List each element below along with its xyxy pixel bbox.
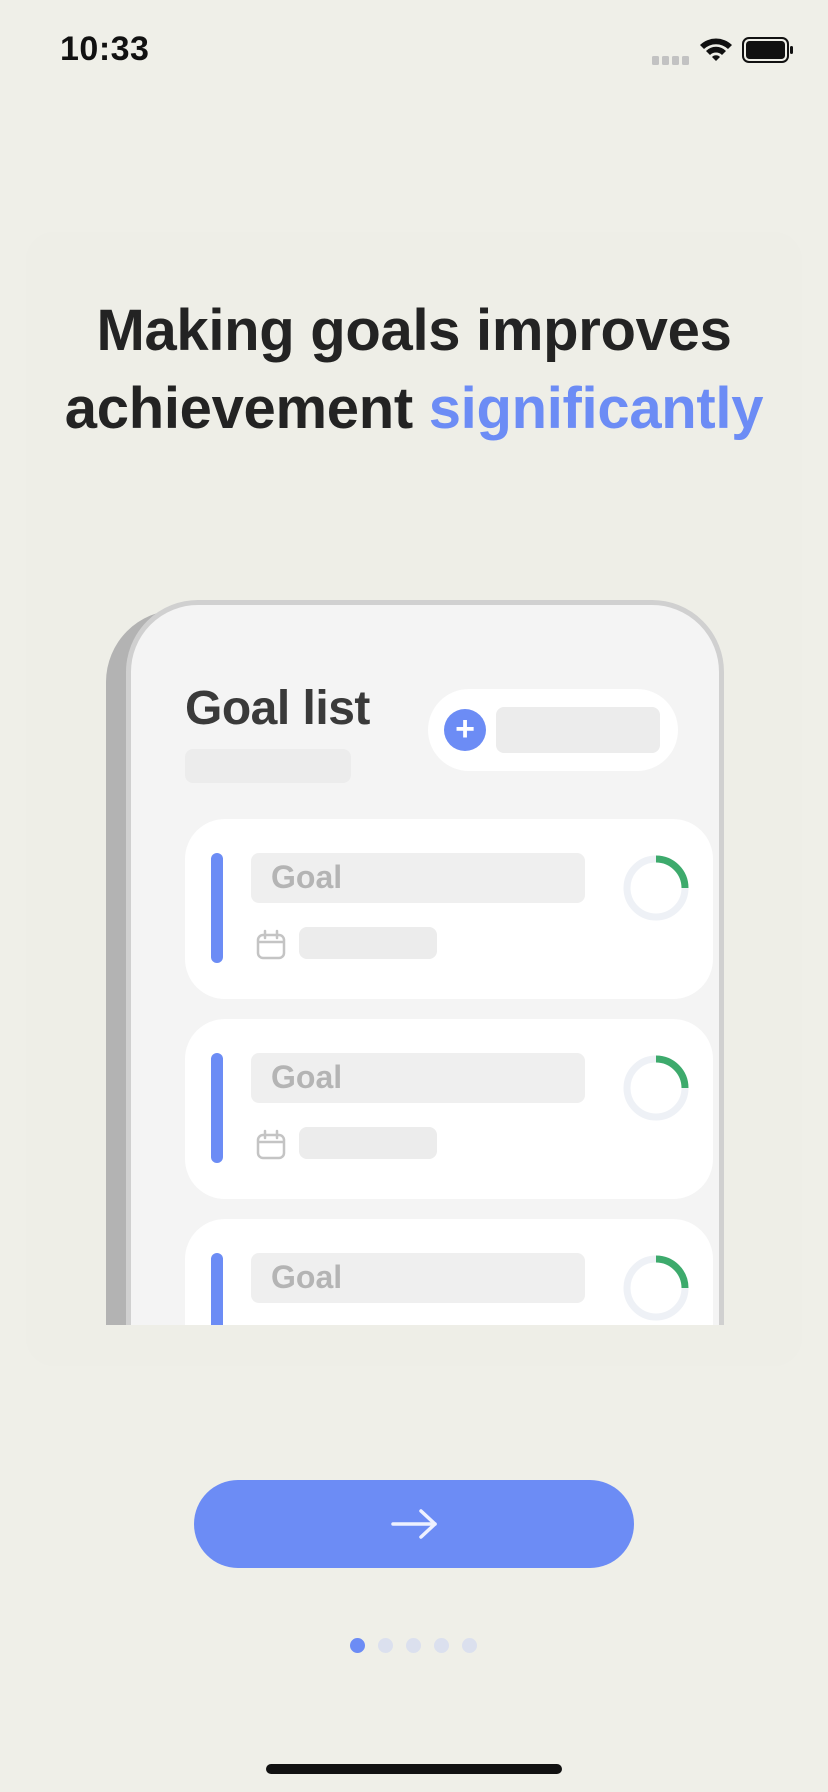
date-placeholder	[299, 1127, 437, 1159]
date-placeholder	[299, 927, 437, 959]
goal-color-bar	[211, 853, 223, 963]
goal-card: Goal	[185, 1019, 713, 1199]
page-dot[interactable]	[434, 1638, 449, 1653]
status-time: 10:33	[60, 30, 150, 68]
goal-label: Goal	[271, 1059, 343, 1095]
page-dot[interactable]	[462, 1638, 477, 1653]
add-label-placeholder	[496, 707, 660, 753]
goal-card: Goal	[185, 1219, 713, 1325]
progress-ring-icon	[623, 1255, 689, 1321]
phone-mockup-illustration: Goal list + Goal Goal Goal	[106, 600, 728, 1325]
headline-line-2-prefix: achievement	[64, 376, 429, 441]
onboarding-headline: Making goals improves achievement signif…	[0, 292, 828, 448]
goal-color-bar	[211, 1253, 223, 1325]
phone-frame: Goal list + Goal Goal Goal	[126, 600, 724, 1325]
home-indicator[interactable]	[266, 1764, 562, 1774]
battery-icon	[742, 37, 793, 63]
subtitle-placeholder	[185, 749, 351, 783]
headline-line-1: Making goals improves	[96, 298, 732, 363]
page-dot[interactable]	[406, 1638, 421, 1653]
goal-label: Goal	[271, 859, 343, 895]
add-goal-pill: +	[428, 689, 678, 771]
headline-accent: significantly	[428, 376, 764, 441]
page-dot[interactable]	[378, 1638, 393, 1653]
progress-ring-icon	[623, 855, 689, 921]
mockup-title: Goal list	[185, 682, 370, 735]
arrow-right-icon	[391, 1509, 437, 1539]
goal-label-box: Goal	[251, 853, 585, 903]
progress-ring-icon	[623, 1055, 689, 1121]
status-bar: 10:33	[0, 0, 828, 100]
cellular-signal-icon	[652, 52, 692, 65]
goal-label-box: Goal	[251, 1253, 585, 1303]
calendar-icon	[256, 1129, 286, 1160]
next-button[interactable]	[194, 1480, 634, 1568]
goal-card: Goal	[185, 819, 713, 999]
page-dot-active[interactable]	[350, 1638, 365, 1653]
goal-label: Goal	[271, 1259, 343, 1295]
goal-color-bar	[211, 1053, 223, 1163]
headline-line-2: achievement significantly	[0, 370, 828, 448]
plus-icon: +	[444, 709, 486, 751]
calendar-icon	[256, 929, 286, 960]
goal-label-box: Goal	[251, 1053, 585, 1103]
wifi-icon	[700, 38, 732, 61]
